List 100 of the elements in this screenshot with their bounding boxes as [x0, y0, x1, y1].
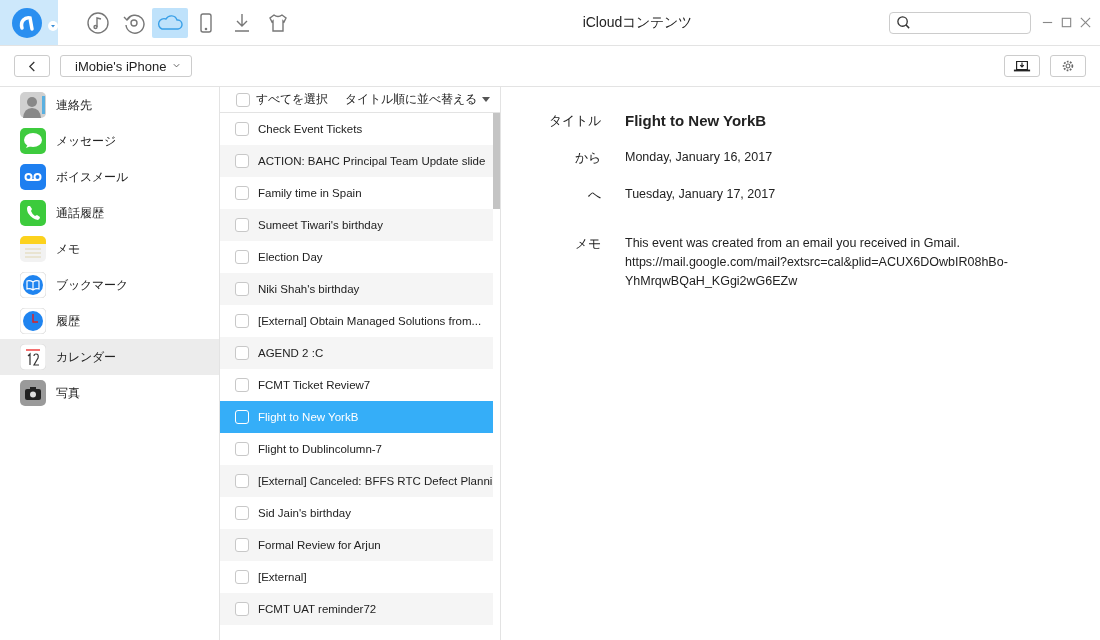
event-title: Formal Review for Arjun — [258, 539, 381, 551]
row-checkbox[interactable] — [235, 506, 249, 520]
clock-icon — [20, 308, 46, 334]
note-text: This event was created from an email you received in Gmail. https://mail.google.com/mail?extsrc=cal&plid=ACUX6DOwbIR08hBo-YhMrqwBQaH_KGgi2wG6EZw — [625, 235, 1009, 290]
row-checkbox[interactable] — [235, 314, 249, 328]
event-row[interactable]: Check Event Tickets — [220, 113, 493, 145]
row-checkbox[interactable] — [235, 346, 249, 360]
sidebar-item[interactable]: カレンダー — [0, 339, 219, 375]
event-row[interactable]: [External] Canceled: BFFS RTC Defect Planni — [220, 465, 493, 497]
row-checkbox[interactable] — [235, 602, 249, 616]
row-checkbox[interactable] — [235, 442, 249, 456]
event-title: [External] Obtain Managed Solutions from... — [258, 315, 482, 327]
sidebar-item[interactable]: 写真 — [0, 375, 219, 411]
event-title: FCMT UAT reminder72 — [258, 603, 377, 615]
event-title: FCMT Ticket Review7 — [258, 379, 371, 391]
close-icon[interactable] — [1079, 16, 1092, 29]
event-title: Sid Jain's birthday — [258, 507, 351, 519]
settings-button[interactable] — [1050, 55, 1086, 77]
row-checkbox[interactable] — [235, 378, 249, 392]
sidebar-label: 写真 — [56, 384, 80, 402]
sidebar-label: ブックマーク — [56, 276, 128, 294]
back-button[interactable] — [14, 55, 50, 77]
event-row[interactable]: [External] Obtain Managed Solutions from... — [220, 305, 493, 337]
field-label: タイトル — [548, 112, 601, 130]
row-checkbox[interactable] — [235, 186, 249, 200]
sort-dropdown[interactable]: タイトル順に並べ替える — [345, 91, 490, 108]
scrollbar-thumb[interactable] — [493, 113, 500, 209]
chevron-down-icon — [172, 63, 182, 69]
event-title: Flight to New YorkB — [258, 411, 359, 423]
event-title: Family time in Spain — [258, 187, 362, 199]
row-checkbox[interactable] — [235, 122, 249, 136]
sidebar-label: 履歴 — [56, 312, 80, 330]
sidebar-item[interactable]: メモ — [0, 231, 219, 267]
event-title: Sumeet Tiwari's birthday — [258, 219, 383, 231]
sidebar-label: 通話履歴 — [56, 204, 104, 222]
row-checkbox[interactable] — [235, 250, 249, 264]
sidebar-label: カレンダー — [56, 348, 116, 366]
event-title: Election Day — [258, 251, 323, 263]
row-checkbox[interactable] — [235, 218, 249, 232]
laptop-download-icon — [1013, 59, 1031, 73]
contacts-icon — [20, 92, 46, 118]
message-icon — [20, 128, 46, 154]
sidebar-item[interactable]: ブックマーク — [0, 267, 219, 303]
event-title: Check Event Tickets — [258, 123, 363, 135]
search-field[interactable] — [889, 11, 1031, 34]
voicemail-icon — [20, 164, 46, 190]
date-value: Monday, January 16, 2017 — [625, 149, 774, 166]
event-title: ACTION: BAHC Principal Team Update slide — [258, 155, 486, 167]
field-label: メモ — [574, 235, 601, 253]
caret-icon[interactable] — [48, 20, 58, 31]
event-title: [External] — [258, 571, 307, 583]
event-row[interactable]: Sumeet Tiwari's birthday — [220, 209, 493, 241]
event-row[interactable]: Flight to Dublincolumn-7 — [220, 433, 493, 465]
sidebar-item[interactable]: メッセージ — [0, 123, 219, 159]
window-title: iCloudコンテンツ — [581, 13, 694, 32]
camera-icon — [20, 380, 46, 406]
event-row[interactable]: [External] — [220, 561, 493, 593]
event-row[interactable]: Family time in Spain — [220, 177, 493, 209]
select-all-checkbox[interactable] — [236, 92, 250, 107]
sidebar-label: ボイスメール — [56, 168, 128, 186]
maximize-icon[interactable] — [1060, 16, 1073, 29]
calendar-icon — [20, 344, 46, 370]
sidebar-label: メモ — [56, 240, 80, 258]
sidebar-label: 連絡先 — [56, 96, 92, 114]
event-row[interactable]: ACTION: BAHC Principal Team Update slide — [220, 145, 493, 177]
notes-icon — [20, 236, 46, 262]
row-checkbox[interactable] — [235, 282, 249, 296]
row-checkbox[interactable] — [235, 154, 249, 168]
event-row[interactable]: FCMT UAT reminder72 — [220, 593, 493, 625]
event-row[interactable]: Sid Jain's birthday — [220, 497, 493, 529]
chevron-left-icon — [27, 59, 37, 73]
field-label: へ — [587, 186, 601, 204]
sidebar-item[interactable]: 連絡先 — [0, 87, 219, 123]
event-title-value: Flight to New YorkB — [625, 111, 768, 130]
event-row[interactable]: FCMT Ticket Review7 — [220, 369, 493, 401]
field-label: から — [574, 149, 601, 167]
search-icon — [896, 15, 911, 30]
event-row[interactable]: Election Day — [220, 241, 493, 273]
event-row[interactable]: AGEND 2 :C — [220, 337, 493, 369]
row-checkbox[interactable] — [235, 538, 249, 552]
sidebar-item[interactable]: 通話履歴 — [0, 195, 219, 231]
sidebar-item[interactable]: ボイスメール — [0, 159, 219, 195]
row-checkbox[interactable] — [235, 474, 249, 488]
export-button[interactable] — [1004, 55, 1040, 77]
event-title: AGEND 2 :C — [258, 347, 324, 359]
cloud-icon[interactable] — [152, 7, 188, 38]
app-logo-icon[interactable] — [11, 6, 43, 39]
sidebar-label: メッセージ — [56, 132, 116, 150]
event-title: Flight to Dublincolumn-7 — [258, 443, 382, 455]
event-title: Niki Shah's birthday — [258, 283, 360, 295]
row-checkbox[interactable] — [235, 570, 249, 584]
sidebar-item[interactable]: 履歴 — [0, 303, 219, 339]
event-row[interactable]: Niki Shah's birthday — [220, 273, 493, 305]
phone-call-icon — [20, 200, 46, 226]
device-dropdown[interactable]: iMobie's iPhone — [60, 55, 193, 77]
event-row[interactable]: Formal Review for Arjun — [220, 529, 493, 561]
event-title: [External] Canceled: BFFS RTC Defect Planni — [258, 475, 493, 487]
dropdown-arrow-icon — [482, 97, 490, 102]
book-icon — [20, 272, 46, 298]
select-all-label[interactable]: すべてを選択 — [256, 91, 345, 108]
